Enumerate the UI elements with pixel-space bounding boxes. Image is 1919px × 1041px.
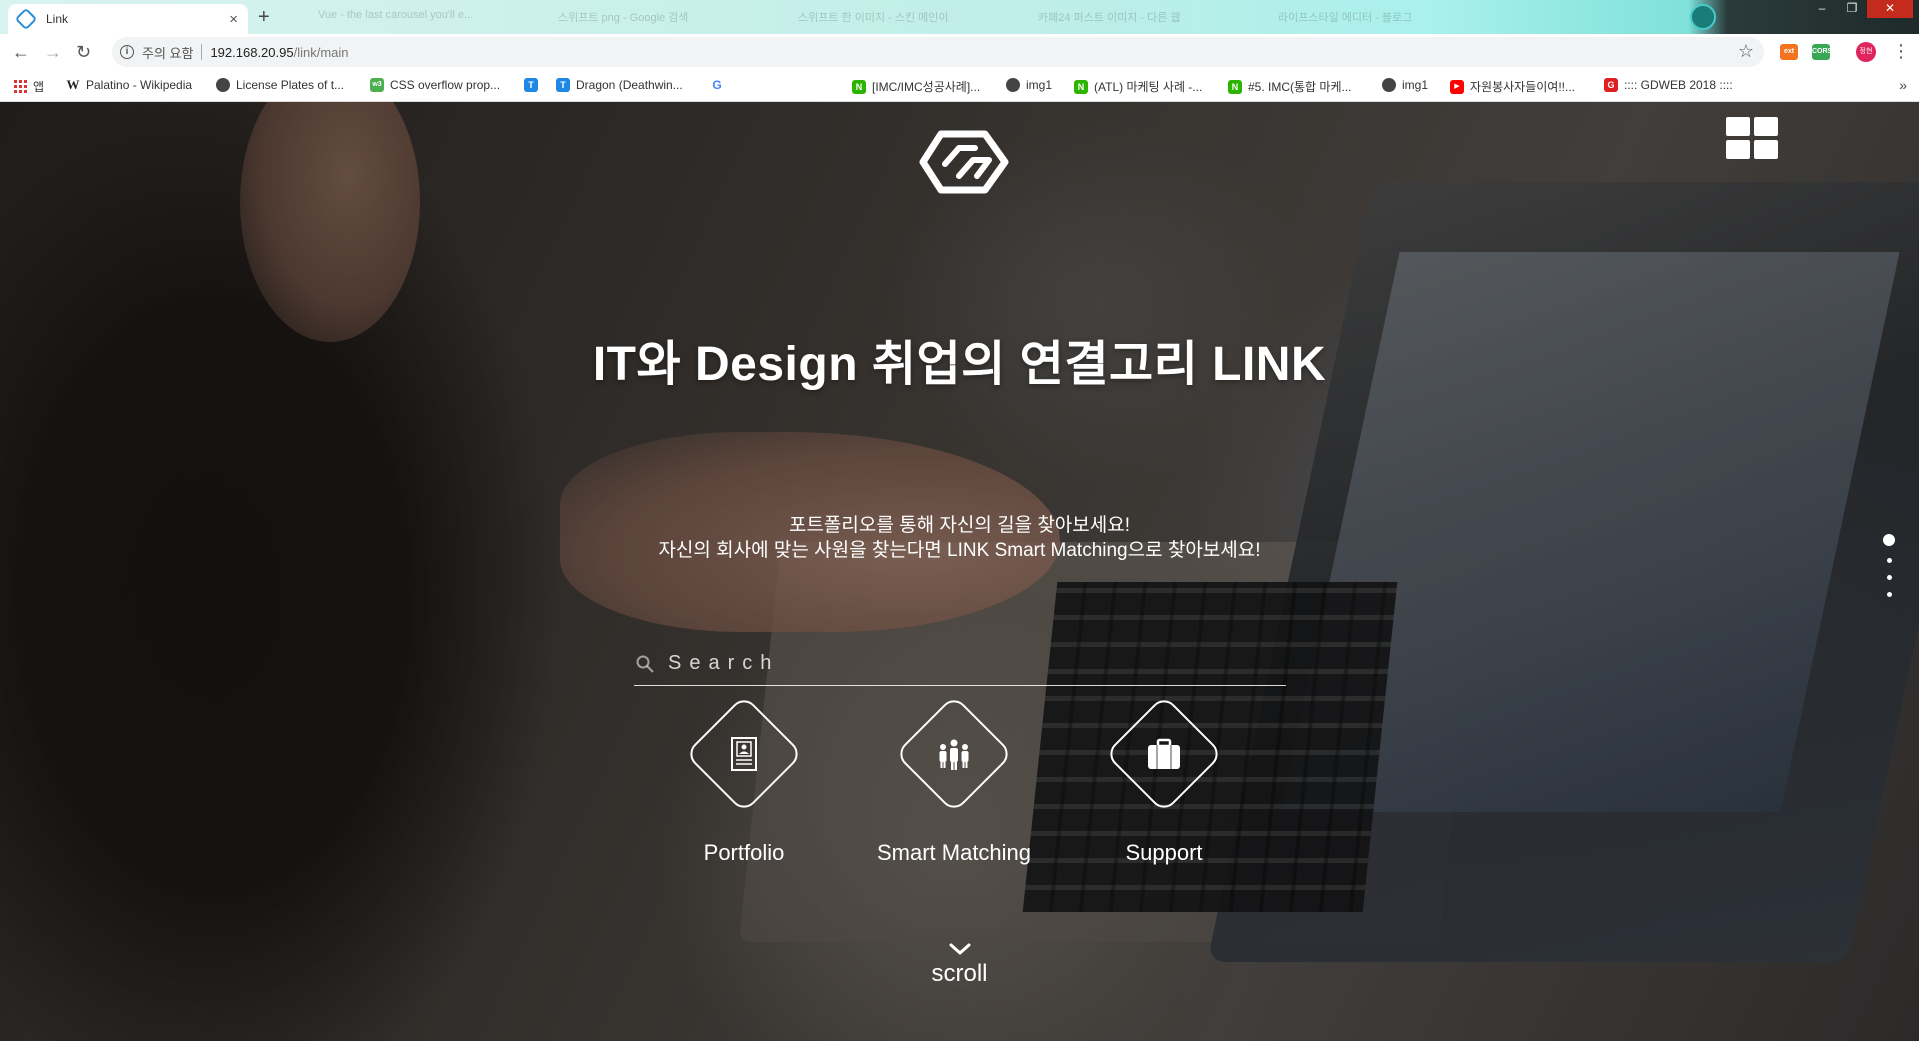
bookmark-img1-a[interactable]: img1 — [1006, 78, 1052, 92]
back-arrow-icon[interactable]: ← — [12, 42, 30, 62]
bookmark-img1-b[interactable]: img1 — [1382, 78, 1428, 92]
browser-toolbar: ← → ↻ i 주의 요함 192.168.20.95 /link/main ☆… — [0, 34, 1919, 70]
support-diamond[interactable] — [1104, 694, 1224, 814]
briefcase-icon — [1148, 738, 1180, 769]
hero-section: IT와 Design 취업의 연결고리 LINK 포트폴리오를 통해 자신의 길… — [0, 102, 1919, 1041]
tab-close-icon[interactable]: × — [229, 11, 238, 28]
divider — [201, 44, 203, 60]
feature-portfolio[interactable]: Portfolio — [644, 694, 844, 866]
feature-portfolio-label[interactable]: Portfolio — [644, 840, 844, 866]
globe-icon — [1382, 78, 1396, 92]
restore-icon[interactable]: ❐ — [1837, 0, 1867, 18]
address-bar[interactable]: i 주의 요함 192.168.20.95 /link/main ☆ — [112, 37, 1764, 67]
tab-link[interactable]: Link × — [8, 4, 248, 34]
security-warning[interactable]: 주의 요함 — [142, 43, 193, 62]
bookmarks-overflow-icon[interactable]: » — [1899, 77, 1907, 93]
new-tab-button[interactable]: + — [258, 6, 270, 28]
feature-support[interactable]: Support — [1064, 694, 1264, 866]
naver-blog-icon: N — [1074, 79, 1088, 94]
bookmark-imc-success[interactable]: N [IMC/IMC성공사례]... — [852, 78, 980, 95]
portfolio-diamond[interactable] — [684, 694, 804, 814]
search-icon — [636, 655, 654, 673]
globe-icon — [1006, 78, 1020, 92]
tab-title: Link — [46, 12, 69, 26]
feature-support-label[interactable]: Support — [1064, 840, 1264, 866]
bookmark-gdweb[interactable]: G :::: GDWEB 2018 :::: — [1604, 78, 1733, 92]
background-tab[interactable]: 스위프트 한 이미지 - 스킨 메인이 — [780, 9, 1020, 25]
translate-icon: T — [524, 78, 538, 92]
feature-smart-matching[interactable]: Smart Matching — [854, 694, 1054, 866]
window-profile-avatar[interactable] — [1690, 4, 1716, 30]
background-tab[interactable]: 라이프스타일 에디터 - 블로그 — [1260, 9, 1500, 25]
page-subtitle-1: 포트폴리오를 통해 자신의 길을 찾아보세요! — [788, 515, 1131, 536]
bookmark-imc5[interactable]: N #5. IMC(통합 마케... — [1228, 78, 1352, 95]
background-tab[interactable]: 카페24 퍼스트 이미지 - 다른 웹 — [1020, 9, 1260, 25]
bookmark-css-overflow[interactable]: w3 CSS overflow prop... — [370, 78, 500, 92]
bookmark-license-plates[interactable]: License Plates of t... — [216, 78, 344, 92]
reload-icon[interactable]: ↻ — [76, 42, 91, 62]
bookmark-google[interactable]: G — [710, 78, 730, 92]
w3schools-icon: w3 — [370, 78, 384, 92]
url-path[interactable]: /link/main — [294, 45, 349, 60]
grid-menu-icon[interactable] — [1726, 117, 1778, 161]
apps-icon — [14, 80, 27, 93]
bookmark-dragon[interactable]: T Dragon (Deathwin... — [556, 78, 683, 92]
smart-matching-diamond[interactable] — [894, 694, 1014, 814]
bookmark-palatino[interactable]: W Palatino - Wikipedia — [66, 77, 193, 93]
profile-avatar[interactable]: 정현 — [1856, 42, 1876, 62]
close-window-icon[interactable]: ✕ — [1867, 0, 1913, 18]
scroll-indicator[interactable]: scroll — [0, 942, 1919, 988]
more-menu-icon[interactable]: ⋮ — [1892, 42, 1910, 60]
wikipedia-icon: W — [66, 77, 80, 92]
page-headline: IT와 Design 취업의 연결고리 LINK — [592, 338, 1327, 391]
info-icon[interactable]: i — [120, 45, 134, 59]
bookmark-volunteer[interactable]: ▶ 자원봉사자들이여!!... — [1450, 78, 1575, 95]
page-subtitle-2: 자신의 회사에 맞는 사원을 찾는다면 LINK Smart Matching으… — [658, 540, 1261, 561]
chevron-down-icon[interactable] — [948, 942, 972, 956]
gdweb-icon: G — [1604, 78, 1618, 92]
bookmark-atl[interactable]: N (ATL) 마케팅 사례 -... — [1074, 78, 1202, 95]
pagination-dot-active[interactable] — [1883, 534, 1895, 546]
pagination-dot[interactable] — [1886, 592, 1892, 597]
background-tab[interactable]: 스위프트 png - Google 검색 — [540, 9, 780, 25]
resume-icon — [731, 737, 757, 771]
bookmark-apps[interactable]: 앱 — [14, 78, 44, 95]
search-bar[interactable] — [634, 642, 1286, 686]
pagination-dot[interactable] — [1886, 558, 1892, 563]
translate-icon: T — [556, 78, 570, 92]
bookmarks-bar: 앱 W Palatino - Wikipedia License Plates … — [0, 70, 1919, 102]
pagination-dot[interactable] — [1886, 575, 1892, 580]
tab-bar: Link × + Vue - the last carousel you'll … — [0, 0, 1919, 34]
naver-blog-icon: N — [1228, 79, 1242, 94]
globe-icon — [216, 78, 230, 92]
naver-blog-icon: N — [852, 79, 866, 94]
people-icon — [939, 739, 969, 770]
link-favicon-icon — [14, 7, 38, 31]
bookmark-blue[interactable]: T — [524, 78, 544, 92]
ext-green-icon[interactable]: CORS — [1812, 44, 1832, 60]
search-input[interactable] — [668, 652, 1248, 675]
forward-arrow-icon[interactable]: → — [44, 42, 62, 62]
url-host[interactable]: 192.168.20.95 — [210, 45, 293, 60]
feature-smart-matching-label[interactable]: Smart Matching — [854, 840, 1054, 866]
link-logo-icon[interactable] — [919, 124, 1011, 200]
dark-overlay — [0, 102, 1919, 1041]
google-icon: G — [712, 78, 722, 92]
window-controls: – ❐ ✕ — [1807, 0, 1913, 18]
scroll-label[interactable]: scroll — [0, 960, 1919, 988]
ext-orange-icon[interactable]: ext — [1780, 44, 1798, 60]
section-pagination — [1883, 534, 1895, 597]
background-tabs: Vue - the last carousel you'll e... 스위프트… — [300, 9, 1500, 25]
youtube-icon: ▶ — [1450, 79, 1464, 94]
bookmark-star-icon[interactable]: ☆ — [1738, 41, 1754, 62]
minimize-icon[interactable]: – — [1807, 0, 1837, 18]
background-tab[interactable]: Vue - the last carousel you'll e... — [300, 9, 540, 25]
